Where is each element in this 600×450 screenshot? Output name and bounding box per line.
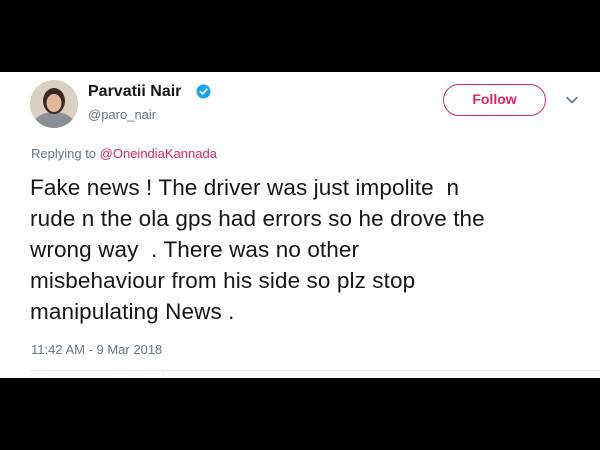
verified-badge-icon [196, 84, 211, 99]
user-handle[interactable]: @paro_nair [88, 107, 156, 122]
chevron-down-icon[interactable] [565, 94, 579, 106]
reply-mention-link[interactable]: @OneindiaKannada [100, 146, 217, 161]
follow-button[interactable]: Follow [443, 84, 546, 116]
tweet-text: Fake news ! The driver was just impolite… [30, 175, 485, 324]
avatar[interactable] [30, 80, 78, 128]
reply-context: Replying to @OneindiaKannada [31, 146, 217, 161]
reply-prefix: Replying to [31, 146, 100, 161]
footer-divider [30, 370, 600, 371]
tweet-card: Parvatii Nair @paro_nair Follow Replying… [0, 72, 600, 378]
footer-divider-tick [163, 370, 164, 378]
display-name[interactable]: Parvatii Nair [88, 83, 181, 101]
avatar-photo [30, 80, 78, 128]
tweet-timestamp[interactable]: 11:42 AM - 9 Mar 2018 [31, 342, 162, 357]
